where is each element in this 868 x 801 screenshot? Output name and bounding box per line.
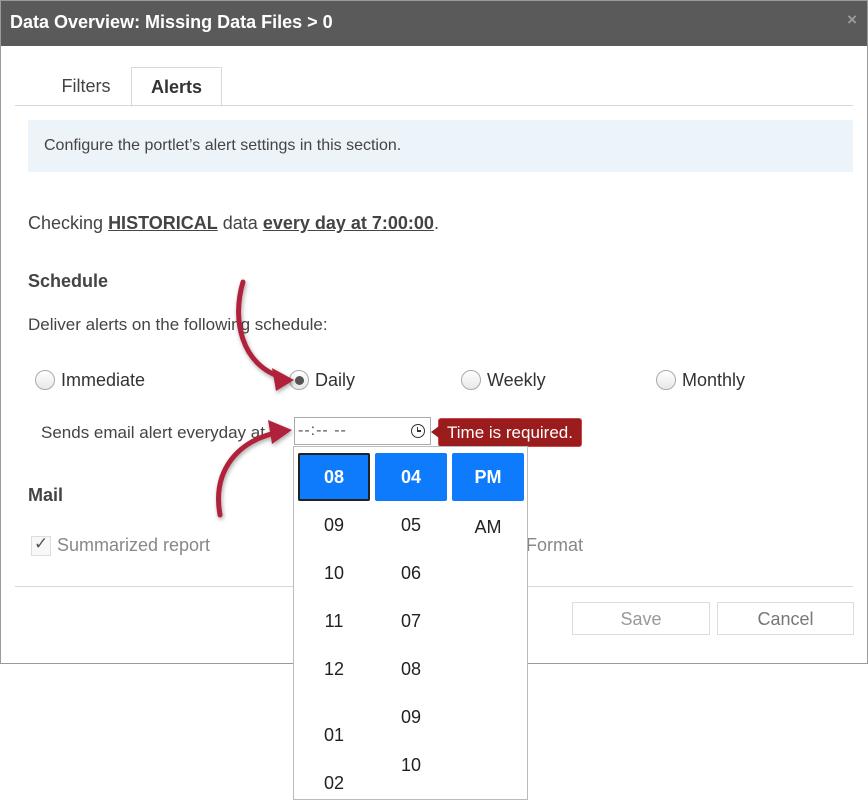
summary-suffix: . <box>433 213 439 233</box>
radio-label: Monthly <box>682 369 746 390</box>
clock-icon[interactable] <box>411 424 425 438</box>
minute-option[interactable]: 04 <box>375 453 447 501</box>
radio-weekly[interactable]: Weekly <box>461 368 546 392</box>
radio-monthly[interactable]: Monthly <box>656 368 745 392</box>
cancel-button[interactable]: Cancel <box>717 602 854 635</box>
mail-heading: Mail <box>28 485 64 505</box>
time-input[interactable]: --:-- -- <box>294 417 431 445</box>
minute-option[interactable]: 05 <box>375 501 447 549</box>
minute-option[interactable]: 07 <box>375 597 447 645</box>
summarized-report-checkbox[interactable]: Summarized report <box>31 534 211 556</box>
radio-button[interactable] <box>656 370 676 390</box>
alert-summary: Checking HISTORICAL data every day at 7:… <box>28 213 439 234</box>
hour-option[interactable]: 01 <box>298 711 370 759</box>
time-required-error: Time is required. <box>431 418 582 447</box>
minute-option[interactable]: 06 <box>375 549 447 597</box>
hour-option[interactable]: 10 <box>298 549 370 597</box>
hour-option[interactable]: 11 <box>298 597 370 645</box>
summary-data-type: HISTORICAL <box>108 213 218 233</box>
close-icon[interactable]: × <box>847 10 857 30</box>
radio-label: Immediate <box>61 369 146 390</box>
radio-immediate[interactable]: Immediate <box>35 368 145 392</box>
hour-option[interactable]: 12 <box>298 645 370 693</box>
hour-option[interactable]: 08 <box>298 453 370 501</box>
tab-alerts[interactable]: Alerts <box>131 67 222 107</box>
radio-button[interactable] <box>461 370 481 390</box>
format-label: Format <box>526 535 584 555</box>
info-text: Configure the portlet’s alert settings i… <box>44 137 402 154</box>
meridiem-option[interactable]: AM <box>452 503 524 551</box>
tab-filters[interactable]: Filters <box>41 67 131 105</box>
checkbox[interactable] <box>31 534 51 556</box>
tabs-divider <box>15 105 853 106</box>
minute-option[interactable]: 08 <box>375 645 447 693</box>
time-input-value: --:-- -- <box>298 422 347 439</box>
meridiem-option[interactable]: PM <box>452 453 524 501</box>
minute-option[interactable]: 09 <box>375 693 447 741</box>
summary-prefix: Checking <box>28 213 104 233</box>
summary-schedule: every day at 7:00:00 <box>262 213 434 233</box>
checkbox-label: Summarized report <box>57 535 211 555</box>
hour-option[interactable]: 02 <box>298 759 370 799</box>
save-button[interactable]: Save <box>572 602 710 635</box>
sends-label: Sends email alert everyday at <box>41 423 265 442</box>
radio-label: Weekly <box>487 369 546 390</box>
info-banner: Configure the portlet’s alert settings i… <box>28 120 853 172</box>
minute-option[interactable]: 10 <box>375 741 447 789</box>
dialog-titlebar: Data Overview: Missing Data Files > 0 × <box>1 1 867 46</box>
radio-button[interactable] <box>35 370 55 390</box>
radio-label: Daily <box>315 369 356 390</box>
radio-button[interactable] <box>289 370 309 390</box>
radio-daily[interactable]: Daily <box>289 368 355 392</box>
deliver-text: Deliver alerts on the following schedule… <box>28 315 328 334</box>
time-picker-dropdown: 08 09 10 11 12 01 02 04 05 06 07 08 09 1… <box>293 446 528 800</box>
dialog-title: Data Overview: Missing Data Files > 0 <box>10 12 333 32</box>
summary-middle: data <box>222 213 258 233</box>
hour-option[interactable]: 09 <box>298 501 370 549</box>
schedule-heading: Schedule <box>28 271 109 291</box>
